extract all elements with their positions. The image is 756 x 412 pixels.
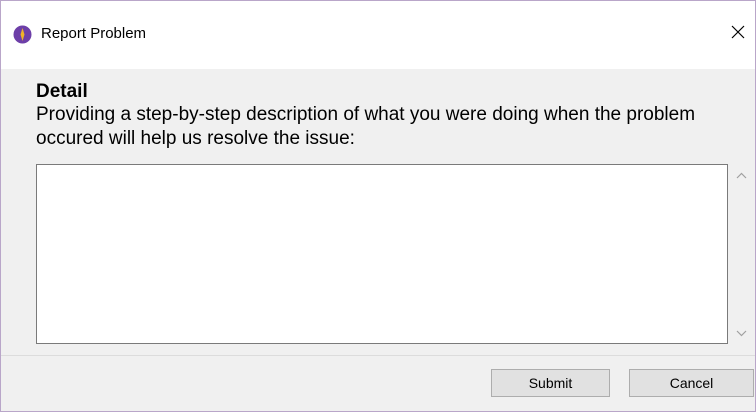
chevron-down-icon: [736, 324, 747, 342]
vertical-scrollbar[interactable]: [728, 164, 754, 344]
detail-heading: Detail: [36, 81, 88, 102]
chevron-up-icon: [736, 166, 747, 184]
app-logo-icon: [13, 25, 32, 44]
close-icon: [731, 25, 745, 44]
close-button[interactable]: [721, 15, 755, 53]
detail-description: Providing a step-by-step description of …: [36, 104, 696, 149]
description-textarea-container: [36, 164, 728, 344]
title-bar[interactable]: Report Problem: [1, 1, 755, 69]
cancel-button[interactable]: Cancel: [629, 369, 754, 397]
scroll-up-button[interactable]: [728, 164, 754, 186]
window-title: Report Problem: [41, 25, 147, 42]
dialog-footer: Submit Cancel: [1, 356, 755, 411]
description-textarea[interactable]: [37, 165, 727, 343]
scroll-down-button[interactable]: [728, 322, 754, 344]
report-problem-dialog: Report Problem Detail Providing a step-b…: [0, 0, 756, 412]
dialog-content: Detail Providing a step-by-step descript…: [1, 69, 755, 355]
submit-button[interactable]: Submit: [491, 369, 610, 397]
